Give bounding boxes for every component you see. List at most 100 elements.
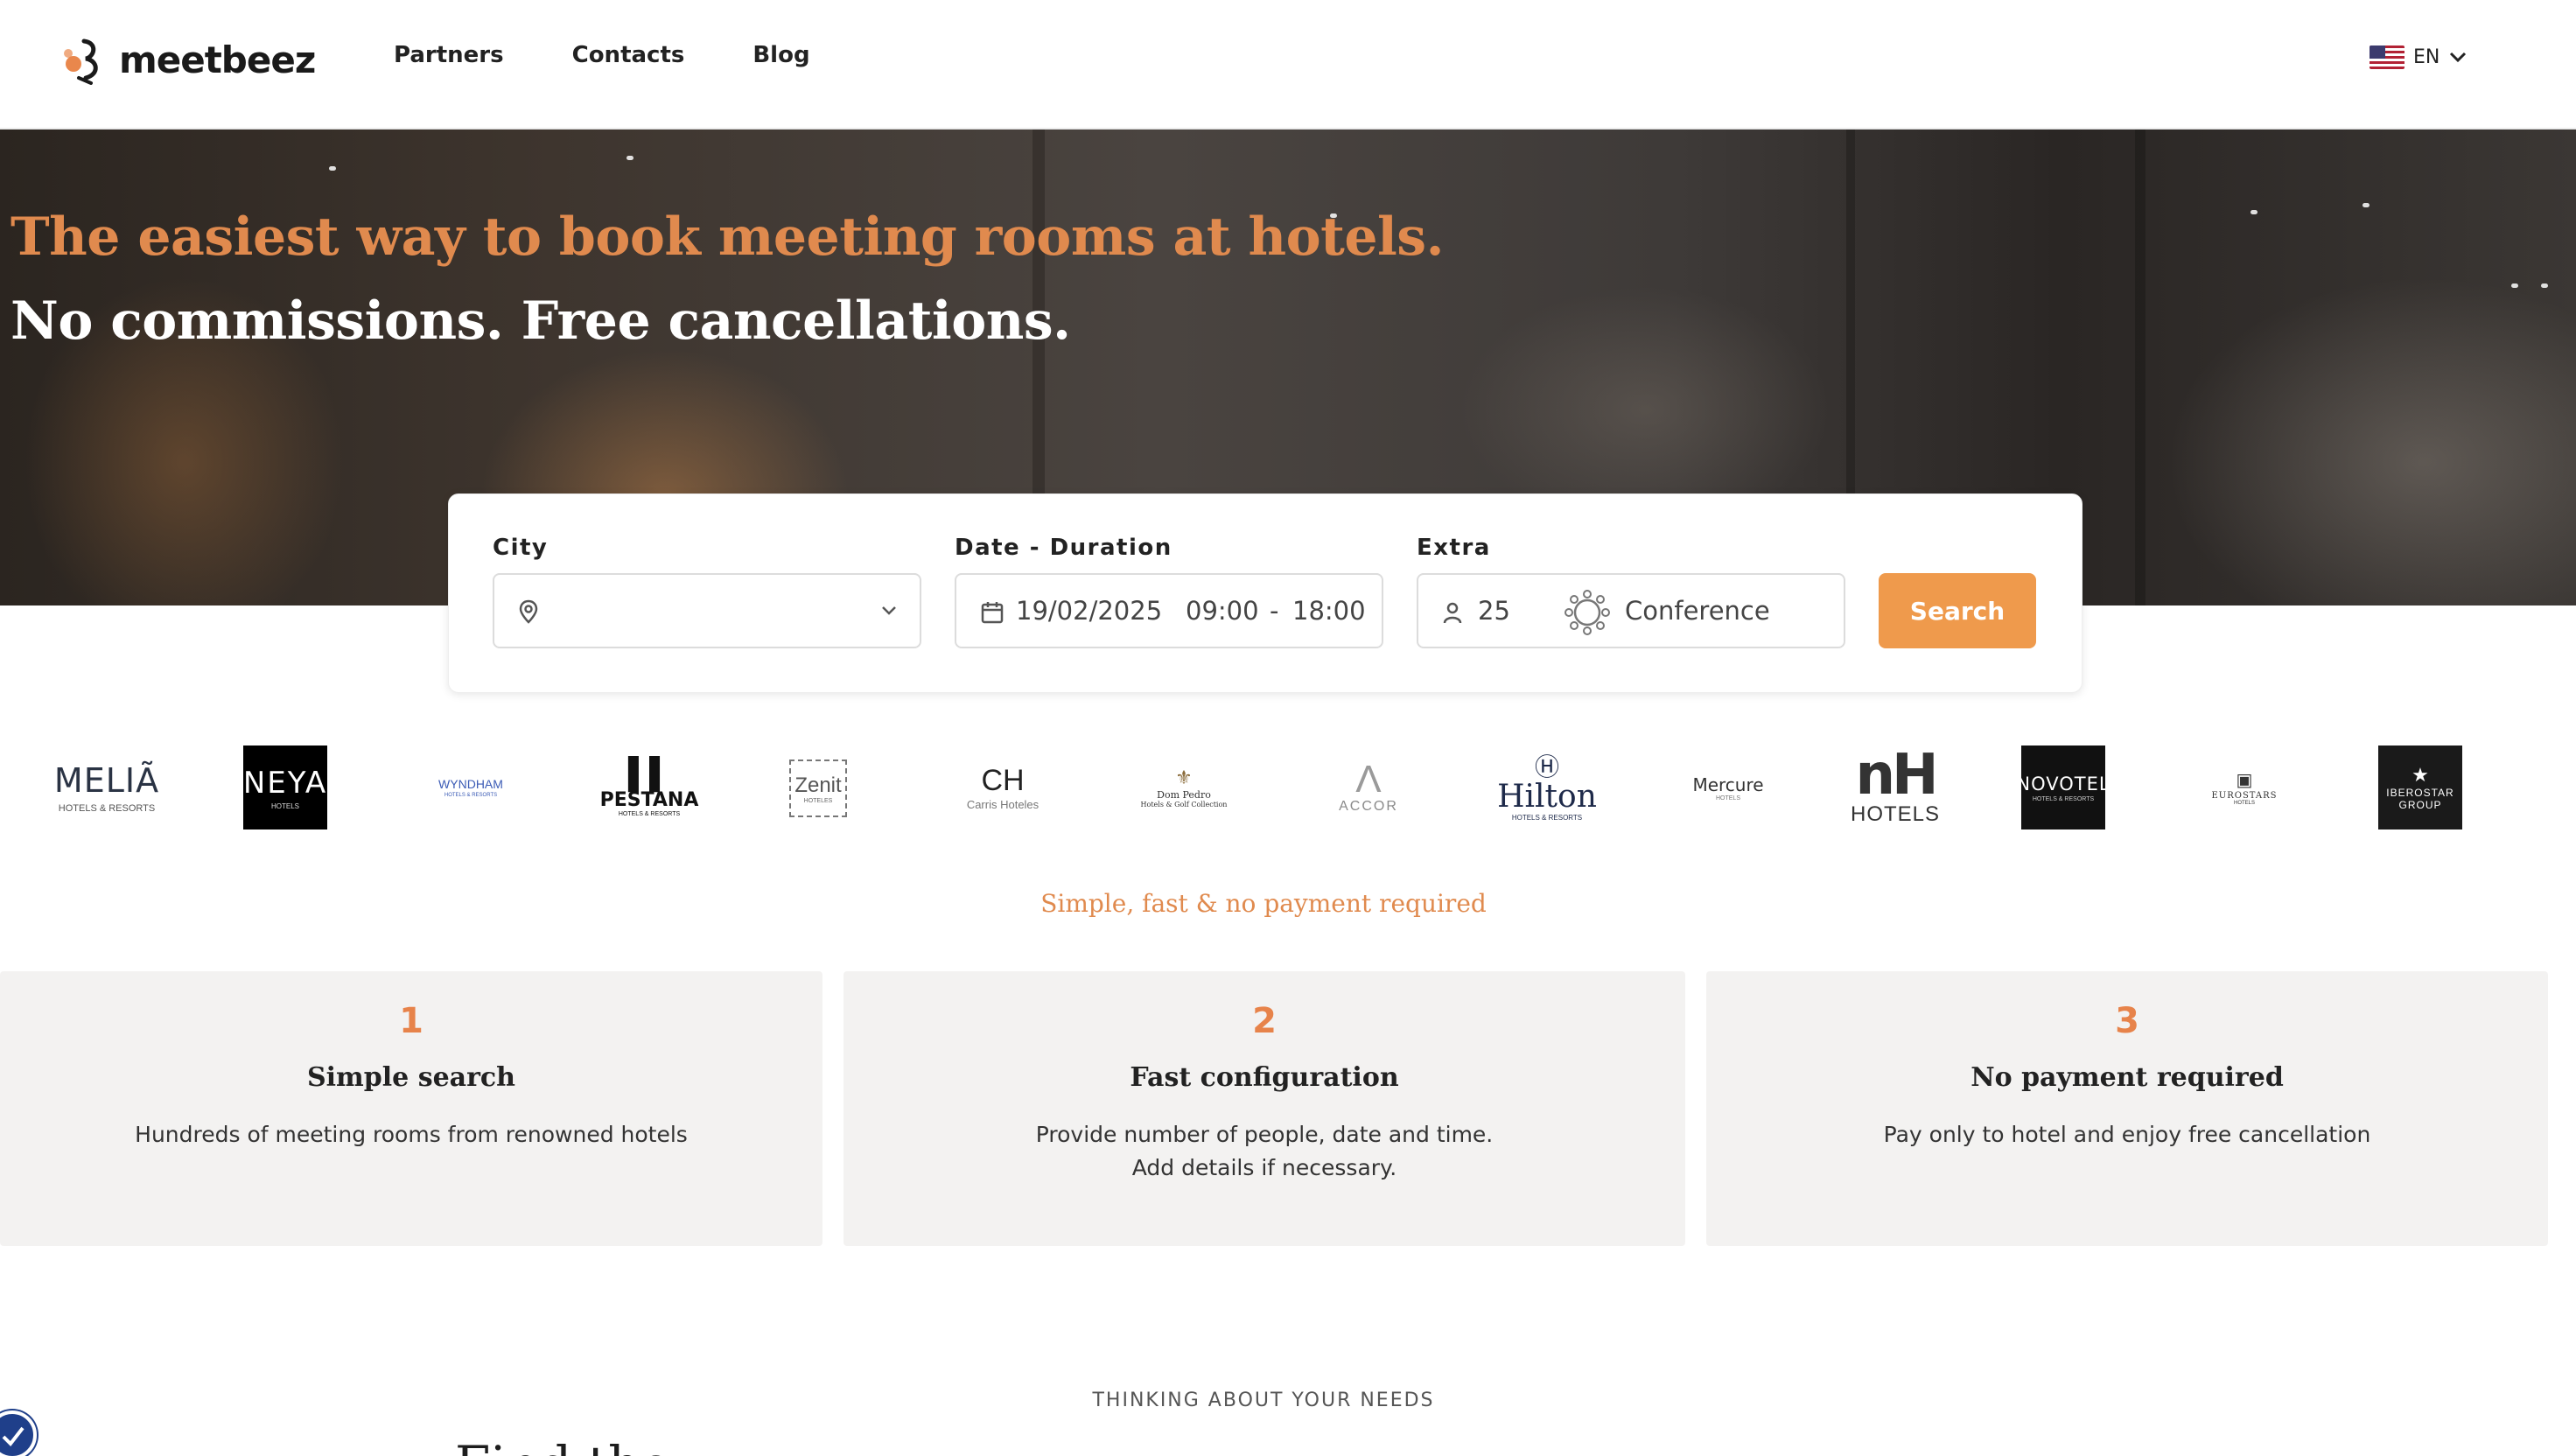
brand-name: WYNDHAM [438, 777, 503, 791]
date-value: 19/02/2025 [1016, 596, 1163, 626]
brand-name: IBEROSTAR [2386, 787, 2454, 799]
step-description: Pay only to hotel and enjoy free cancell… [1706, 1118, 2548, 1152]
brand-logo-hilton: Ⓗ Hilton HOTELS & RESORTS [1493, 746, 1601, 830]
eurostars-mark-icon: ▣ [2236, 771, 2253, 790]
step-number: 3 [2115, 1001, 2139, 1041]
chevron-down-icon [2448, 46, 2468, 68]
main-nav: Partners Contacts Blog [394, 42, 810, 68]
brand-name: CH [981, 764, 1025, 797]
brand-logo-novotel: NOVOTEL HOTELS & RESORTS [2016, 746, 2110, 830]
chevron-down-icon [881, 605, 897, 620]
city-label: City [493, 535, 549, 561]
accessibility-button[interactable] [0, 1410, 37, 1456]
brand-logo-melia: MELIÃ HOTELS & RESORTS [54, 746, 158, 830]
step-title: Fast configuration [1130, 1062, 1399, 1093]
brand-logo-mercure: Mercure HOTELS [1680, 746, 1776, 830]
nav-blog[interactable]: Blog [752, 42, 809, 68]
nav-partners[interactable]: Partners [394, 42, 504, 68]
location-pin-icon [519, 599, 538, 628]
step-card-1: 1 Simple search Hundreds of meeting room… [0, 971, 822, 1246]
time-start: 09:00 [1186, 596, 1259, 626]
step-card-2: 2 Fast configuration Provide number of p… [844, 971, 1685, 1246]
time-separator: - [1270, 596, 1279, 626]
hero-photo-detail [2541, 284, 2548, 288]
accor-mark-icon: Λ [1355, 758, 1382, 801]
us-flag-icon [2370, 46, 2404, 69]
logo-text: meetbeez [119, 38, 316, 81]
brand-sub: HOTELES [803, 797, 833, 804]
brand-logo-pestana: ▌▌ PESTANA HOTELS & RESORTS [595, 746, 704, 830]
accessibility-check-icon [2, 1426, 24, 1447]
step-title: Simple search [306, 1062, 515, 1093]
brand-name: ACCOR [1339, 799, 1398, 814]
extra-label: Extra [1417, 535, 1491, 561]
logo[interactable]: meetbeez [60, 32, 316, 88]
crest-icon: ⚜ [1175, 766, 1193, 788]
hero-photo-detail [2362, 203, 2370, 207]
step-desc-line: Pay only to hotel and enjoy free cancell… [1883, 1122, 2371, 1147]
hero-subtitle: No commissions. Free cancellations. [10, 290, 1071, 352]
brand-sub: HOTELS [2233, 801, 2255, 806]
brand-logo-zenit: Zenit HOTELES [789, 760, 847, 817]
language-selector[interactable]: EN [2370, 46, 2468, 69]
date-duration-label: Date - Duration [955, 535, 1172, 561]
brand-name: nH [1855, 743, 1938, 808]
brand-name: Dom Pedro [1157, 789, 1211, 801]
brand-sub: GROUP [2398, 799, 2442, 811]
section-kicker: THINKING ABOUT YOUR NEEDS [1092, 1390, 1435, 1411]
brand-sub: HOTELS & RESORTS [58, 803, 156, 814]
brand-sub: HOTELS & RESORTS [444, 793, 498, 798]
brand-logo-wyndham: WYNDHAM HOTELS & RESORTS [418, 746, 523, 830]
step-title: No payment required [1970, 1062, 2284, 1093]
brand-name: NOVOTEL [2016, 773, 2110, 794]
partner-brands: MELIÃ HOTELS & RESORTS NEYA HOTELS WYNDH… [54, 746, 2469, 833]
language-code: EN [2413, 46, 2440, 68]
step-desc-line: Hundreds of meeting rooms from renowned … [135, 1122, 688, 1147]
brand-logo-eurostars: ▣ EUROSTARS HOTELS [2196, 746, 2292, 830]
step-card-3: 3 No payment required Pay only to hotel … [1706, 971, 2548, 1246]
brand-sub: HOTELS & RESORTS [1511, 813, 1583, 822]
brand-sub: HOTELS & RESORTS [618, 811, 681, 817]
calendar-icon [981, 601, 1004, 628]
brand-sub: HOTELS & RESORTS [2032, 795, 2095, 802]
brand-name: Hilton [1497, 778, 1597, 815]
extra-field[interactable]: 25 Conference [1417, 573, 1845, 648]
step-number: 1 [399, 1001, 424, 1041]
brand-logo-nh: nH HOTELS [1843, 746, 1948, 830]
city-select[interactable] [493, 573, 921, 648]
tagline: Simple, fast & no payment required [1040, 889, 1487, 918]
step-desc-line: Add details if necessary. [1131, 1155, 1397, 1180]
hero-photo-detail [626, 156, 634, 160]
pestana-mark-icon: ▌▌ [627, 757, 671, 790]
hero-title: The easiest way to book meeting rooms at… [10, 206, 1444, 268]
section-heading: Find the ___ ___ ___ ___ ___ [455, 1435, 1132, 1456]
brand-name: EUROSTARS [2211, 791, 2278, 801]
brand-sub: HOTELS [270, 802, 299, 810]
step-description: Hundreds of meeting rooms from renowned … [0, 1118, 822, 1152]
hero-photo-detail [2250, 210, 2258, 214]
brand-name: NEYA [242, 765, 328, 801]
brand-name: MELIÃ [53, 761, 160, 800]
nav-contacts[interactable]: Contacts [572, 42, 685, 68]
star-icon: ★ [2412, 764, 2429, 786]
time-end: 18:00 [1292, 596, 1366, 626]
search-form: City Date - Duration 19/02/2025 09:00 - … [448, 494, 2082, 693]
brand-sub: HOTELS [1715, 794, 1740, 802]
brand-logo-iberostar: ★ IBEROSTAR GROUP [2378, 746, 2462, 830]
bee-logo-icon [60, 34, 110, 85]
layout-value: Conference [1625, 596, 1770, 626]
conference-table-icon [1564, 589, 1611, 640]
brand-logo-neya: NEYA HOTELS [243, 746, 327, 830]
search-button[interactable]: Search [1879, 573, 2036, 648]
person-icon [1443, 601, 1462, 628]
people-count: 25 [1478, 596, 1510, 626]
step-number: 2 [1252, 1001, 1277, 1041]
brand-name: Mercure [1692, 774, 1764, 795]
date-duration-field[interactable]: 19/02/2025 09:00 - 18:00 [955, 573, 1383, 648]
hero-photo-detail [2511, 284, 2518, 288]
brand-logo-carris: CH Carris Hoteles [952, 746, 1054, 830]
step-desc-line: Provide number of people, date and time. [1035, 1122, 1494, 1147]
hero-photo-detail [329, 166, 336, 171]
brand-sub: HOTELS [1850, 802, 1941, 826]
hero-photo-detail [2135, 130, 2146, 606]
